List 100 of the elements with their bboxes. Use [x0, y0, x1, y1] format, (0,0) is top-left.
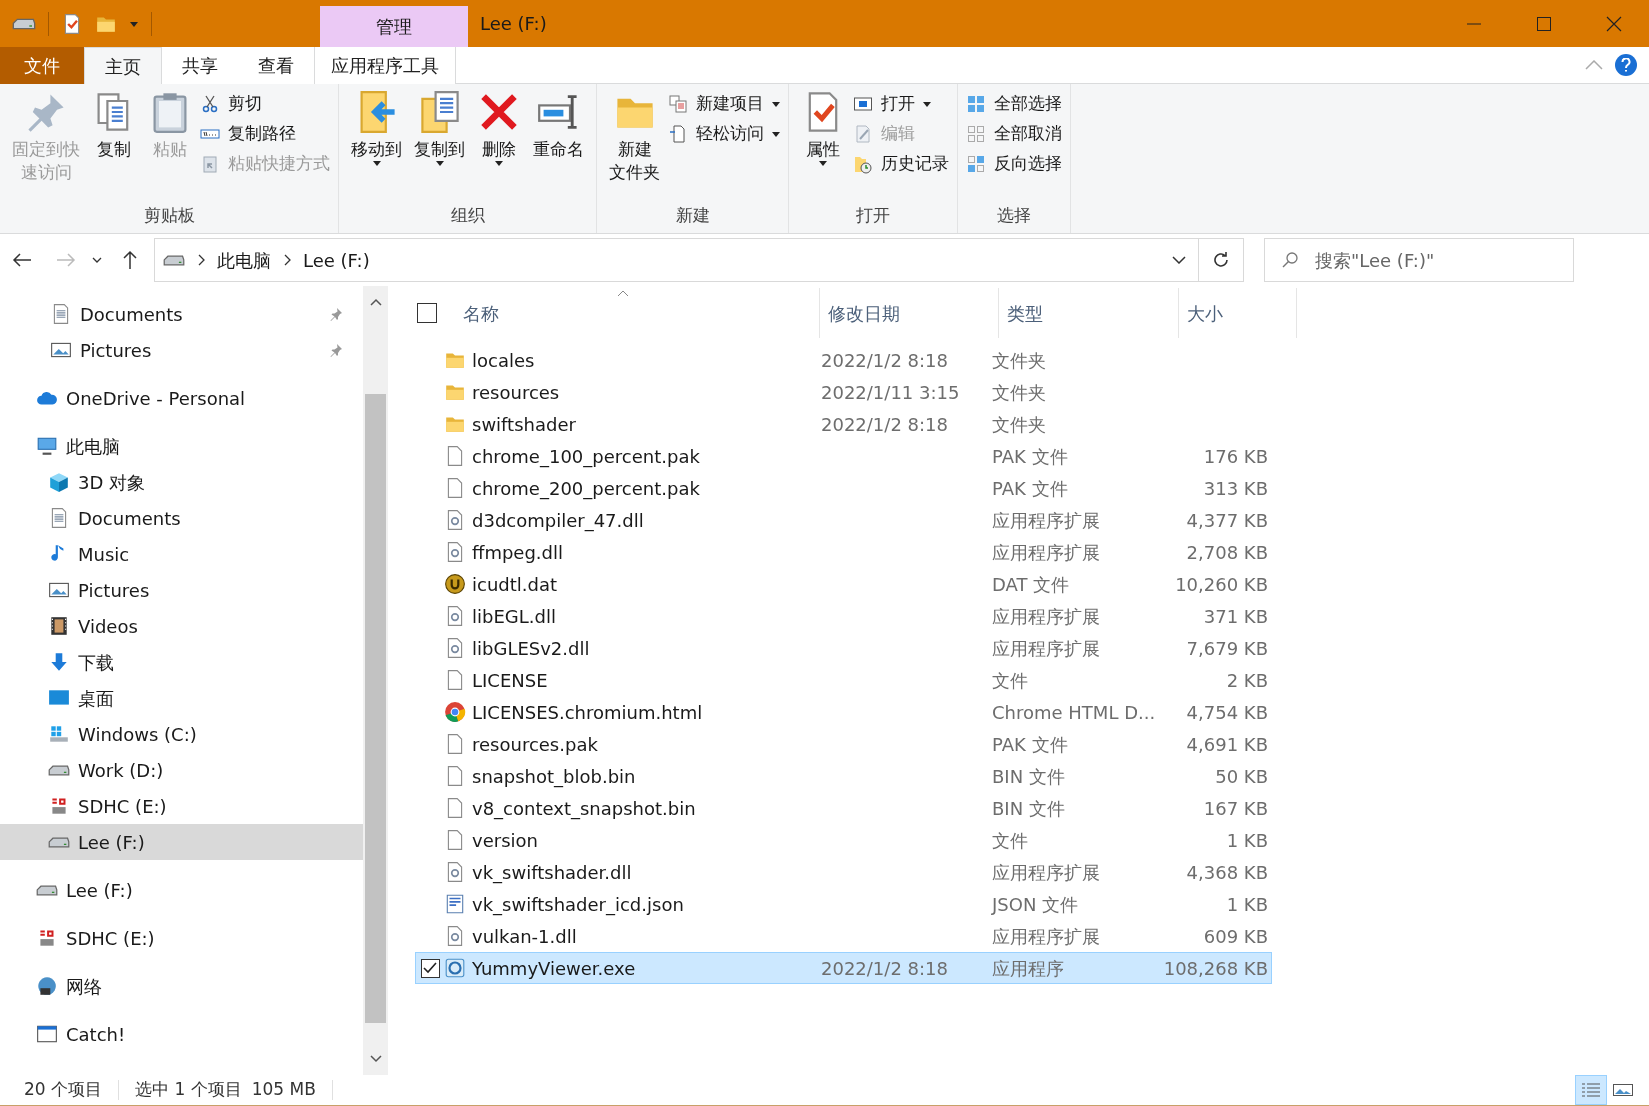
file-size: 2,708 KB	[1186, 541, 1268, 563]
nav-item[interactable]: Pictures	[0, 332, 363, 368]
sort-ascending-icon	[617, 290, 629, 297]
nav-item[interactable]: Music	[0, 536, 363, 572]
pin-icon[interactable]	[329, 307, 343, 321]
file-row[interactable]: version 文件 1 KB	[415, 824, 1272, 856]
ribbon-button[interactable]: 新建 文件夹	[605, 90, 664, 203]
search-box[interactable]: 搜索"Lee (F:)"	[1264, 238, 1574, 282]
recent-dropdown-icon[interactable]	[92, 256, 102, 264]
ribbon-button[interactable]: 复制	[88, 90, 140, 203]
breadcrumb[interactable]: 此电脑	[217, 246, 271, 274]
ribbon-button[interactable]: 打开	[853, 92, 949, 116]
breadcrumb[interactable]: Lee (F:)	[303, 246, 370, 274]
nav-item[interactable]: 此电脑	[0, 428, 363, 464]
refresh-icon[interactable]	[1211, 250, 1231, 270]
file-size: 10,260 KB	[1175, 573, 1268, 595]
file-row[interactable]: resources 2022/1/11 3:15 文件夹	[415, 376, 1272, 408]
ribbon-button[interactable]: 属性	[797, 90, 849, 203]
file-row[interactable]: locales 2022/1/2 8:18 文件夹	[415, 344, 1272, 376]
ribbon-button[interactable]: 复制路径	[200, 122, 330, 146]
nav-item[interactable]: Windows (C:)	[0, 716, 363, 752]
nav-item[interactable]: Documents	[0, 500, 363, 536]
nav-item[interactable]: Lee (F:)	[0, 872, 363, 908]
file-row[interactable]: chrome_100_percent.pak PAK 文件 176 KB	[415, 440, 1272, 472]
file-row[interactable]: LICENSE 文件 2 KB	[415, 664, 1272, 696]
file-name: libGLESv2.dll	[472, 636, 590, 661]
file-row[interactable]: vk_swiftshader_icd.json JSON 文件 1 KB	[415, 888, 1272, 920]
file-row[interactable]: ffmpeg.dll 应用程序扩展 2,708 KB	[415, 536, 1272, 568]
ribbon-button[interactable]: 剪切	[200, 92, 330, 116]
ribbon-button[interactable]: 复制到	[410, 90, 469, 203]
file-row[interactable]: libEGL.dll 应用程序扩展 371 KB	[415, 600, 1272, 632]
scrollbar-thumb[interactable]	[365, 394, 386, 1023]
file-type: BIN 文件	[992, 797, 1065, 819]
ribbon-button[interactable]: 新建项目	[668, 92, 780, 116]
file-row[interactable]: vulkan-1.dll 应用程序扩展 609 KB	[415, 920, 1272, 952]
file-row[interactable]: icudtl.dat DAT 文件 10,260 KB	[415, 568, 1272, 600]
row-checkbox[interactable]	[420, 958, 440, 978]
column-header[interactable]: 名称	[455, 288, 820, 338]
file-row[interactable]: d3dcompiler_47.dll 应用程序扩展 4,377 KB	[415, 504, 1272, 536]
pin-icon[interactable]	[329, 343, 343, 357]
back-icon[interactable]	[12, 252, 32, 268]
drive-icon	[48, 723, 70, 745]
dropdown-icon[interactable]	[1172, 256, 1186, 264]
scroll-down-icon[interactable]	[369, 1055, 382, 1063]
column-header[interactable]: 类型	[999, 288, 1179, 338]
nav-item[interactable]: Videos	[0, 608, 363, 644]
search-field[interactable]: 搜索"Lee (F:)"	[1315, 246, 1545, 274]
file-size: 7,679 KB	[1186, 637, 1268, 659]
nav-item[interactable]: Documents	[0, 296, 363, 332]
file-row[interactable]: chrome_200_percent.pak PAK 文件 313 KB	[415, 472, 1272, 504]
context-tab-header: 管理	[320, 6, 468, 47]
column-header[interactable]: 修改日期	[820, 288, 999, 338]
ribbon-button[interactable]: 反向选择	[966, 152, 1062, 176]
ribbon-button[interactable]: 全部选择	[966, 92, 1062, 116]
nav-item[interactable]: 下载	[0, 644, 363, 680]
nav-item[interactable]: 3D 对象	[0, 464, 363, 500]
file-name: chrome_200_percent.pak	[472, 476, 700, 502]
file-row[interactable]: snapshot_blob.bin BIN 文件 50 KB	[415, 760, 1272, 792]
file-row[interactable]: YummyViewer.exe 2022/1/2 8:18 应用程序 108,268 KB	[415, 952, 1272, 984]
file-row[interactable]: v8_context_snapshot.bin BIN 文件 167 KB	[415, 792, 1272, 824]
file-row[interactable]: resources.pak PAK 文件 4,691 KB	[415, 728, 1272, 760]
address-bar[interactable]: 此电脑 Lee (F:)	[154, 238, 1244, 282]
ribbon-button[interactable]: 重命名	[529, 90, 588, 203]
nav-item[interactable]: Catch!	[0, 1016, 363, 1052]
file-row[interactable]: LICENSES.chromium.html Chrome HTML D... 4,754 KB	[415, 696, 1272, 728]
minimize-icon	[1467, 22, 1481, 25]
nav-item[interactable]: Pictures	[0, 572, 363, 608]
selection-size: 105 MB	[250, 1078, 317, 1102]
nav-item[interactable]: OneDrive - Personal	[0, 380, 363, 416]
nav-item[interactable]: 网络	[0, 968, 363, 1004]
ribbon-tab[interactable]: 主页	[84, 47, 162, 84]
nav-item[interactable]: SDHC (E:)	[0, 788, 363, 824]
help-icon[interactable]	[1615, 54, 1637, 76]
ribbon-tab[interactable]: 文件	[0, 47, 84, 84]
file-name: locales	[472, 348, 535, 373]
drive-icon	[12, 17, 36, 30]
column-header[interactable]: 大小	[1179, 288, 1297, 338]
ribbon-button[interactable]: 历史记录	[853, 152, 949, 176]
nav-item[interactable]: SDHC (E:)	[0, 920, 363, 956]
file-size: 167 KB	[1203, 797, 1268, 819]
ribbon-button[interactable]: 全部取消	[966, 122, 1062, 146]
scrollbar[interactable]	[363, 286, 388, 1075]
ribbon-tab[interactable]: 应用程序工具	[314, 47, 456, 84]
nav-item[interactable]: 桌面	[0, 680, 363, 716]
file-row[interactable]: swiftshader 2022/1/2 8:18 文件夹	[415, 408, 1272, 440]
file-type: PAK 文件	[992, 733, 1068, 755]
up-icon[interactable]	[122, 250, 138, 270]
file-row[interactable]: libGLESv2.dll 应用程序扩展 7,679 KB	[415, 632, 1272, 664]
file-type: DAT 文件	[992, 573, 1070, 595]
ribbon-button[interactable]: 移动到	[347, 90, 406, 203]
caret-icon	[495, 161, 503, 166]
nav-item[interactable]: Lee (F:)	[0, 824, 363, 860]
file-row[interactable]: vk_swiftshader.dll 应用程序扩展 4,368 KB	[415, 856, 1272, 888]
nav-item[interactable]: Work (D:)	[0, 752, 363, 788]
file-type: 应用程序扩展	[992, 925, 1100, 947]
scroll-up-icon[interactable]	[369, 298, 382, 306]
ribbon-button[interactable]: 轻松访问	[668, 122, 780, 146]
caret-icon	[923, 101, 931, 107]
ribbon-button[interactable]: 删除	[473, 90, 525, 203]
select-all-checkbox[interactable]	[417, 303, 437, 323]
